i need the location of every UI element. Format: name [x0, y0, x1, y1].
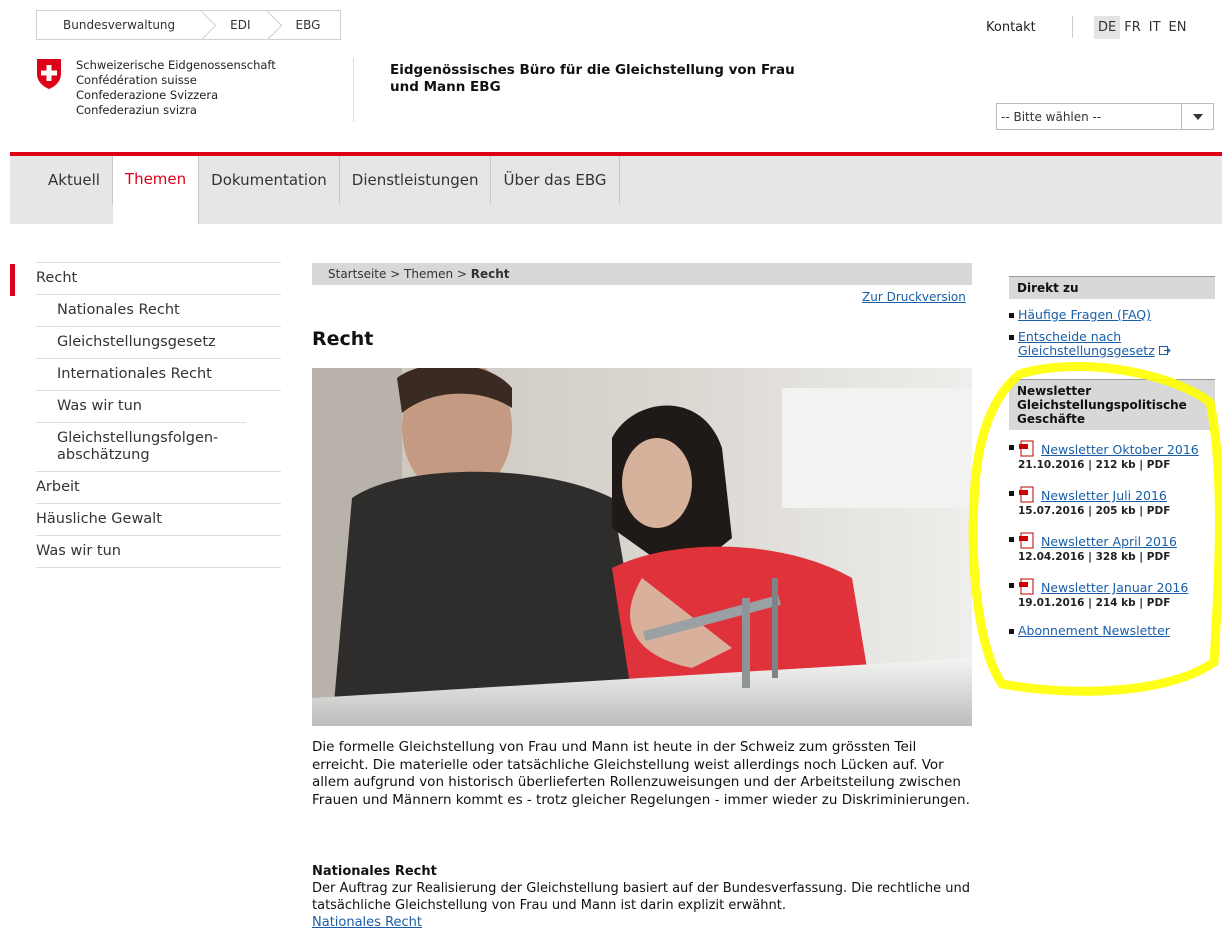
- subnav-internationales-recht[interactable]: Internationales Recht: [36, 358, 281, 390]
- section-heading: Nationales Recht: [312, 864, 437, 879]
- federal-breadcrumb: Bundesverwaltung EDI EBG: [36, 10, 342, 41]
- main-nav: Aktuell Themen Dokumentation Dienstleist…: [36, 156, 620, 224]
- entscheide-link[interactable]: Entscheide nach Gleichstellungsgesetz: [1018, 329, 1155, 358]
- section-text: Der Auftrag zur Realisierung der Gleichs…: [312, 881, 971, 913]
- lang-en[interactable]: EN: [1165, 16, 1191, 39]
- section-paragraph: Der Auftrag zur Realisierung der Gleichs…: [312, 880, 972, 931]
- lang-fr[interactable]: FR: [1120, 16, 1145, 39]
- hero-image: [312, 368, 972, 726]
- subnav-haeusliche-gewalt[interactable]: Häusliche Gewalt: [36, 503, 281, 535]
- list-item: Häufige Fragen (FAQ): [1009, 308, 1219, 322]
- section-subnav: Recht Nationales Recht Gleichstellungsge…: [36, 262, 281, 568]
- language-switcher: DE FR IT EN: [1094, 16, 1190, 39]
- select-value: -- Bitte wählen --: [1001, 110, 1102, 124]
- subnav-arbeit[interactable]: Arbeit: [36, 471, 281, 503]
- breadcrumb-path[interactable]: Startseite > Themen >: [328, 267, 471, 281]
- nationales-recht-link[interactable]: Nationales Recht: [312, 915, 422, 930]
- office-title: Eidgenössisches Büro für die Gleichstell…: [390, 62, 795, 95]
- confederation-logo[interactable]: Schweizerische Eidgenossenschaft Confédé…: [36, 58, 276, 118]
- subnav-was-wir-tun[interactable]: Was wir tun: [36, 390, 281, 422]
- lang-de[interactable]: DE: [1094, 16, 1121, 39]
- nav-themen[interactable]: Themen: [112, 156, 200, 224]
- swiss-shield-icon: [37, 59, 61, 89]
- confederation-name: Schweizerische Eidgenossenschaft Confédé…: [76, 58, 276, 117]
- subnav-gleichstellungsgesetz[interactable]: Gleichstellungsgesetz: [36, 326, 281, 358]
- direkt-zu-heading: Direkt zu: [1009, 276, 1215, 299]
- intro-paragraph: Die formelle Gleichstellung von Frau und…: [312, 739, 970, 808]
- nav-aktuell[interactable]: Aktuell: [36, 156, 113, 204]
- header-divider: [353, 58, 354, 122]
- print-version-link[interactable]: Zur Druckversion: [862, 290, 966, 304]
- subnav-folgenabschaetzung[interactable]: Gleichstellungsfolgen-abschätzung: [36, 422, 246, 471]
- subnav-recht[interactable]: Recht: [36, 262, 281, 294]
- list-item: Entscheide nach Gleichstellungsgesetz: [1009, 330, 1189, 358]
- breadcrumb: Startseite > Themen > Recht: [312, 263, 972, 285]
- divider: [1072, 16, 1073, 38]
- nav-dienstleistungen[interactable]: Dienstleistungen: [339, 156, 492, 204]
- crumb-bundesverwaltung[interactable]: Bundesverwaltung: [36, 10, 217, 41]
- subnav-was-wir-tun-main[interactable]: Was wir tun: [36, 535, 281, 568]
- chevron-down-icon: [1192, 113, 1203, 120]
- direkt-zu-list: Häufige Fragen (FAQ) Entscheide nach Gle…: [1009, 308, 1219, 366]
- select-toggle[interactable]: [1181, 104, 1213, 129]
- faq-link[interactable]: Häufige Fragen (FAQ): [1018, 307, 1151, 322]
- subnav-nationales-recht[interactable]: Nationales Recht: [36, 294, 281, 326]
- active-indicator: [10, 264, 15, 296]
- page-title: Recht: [312, 328, 374, 350]
- nav-dokumentation[interactable]: Dokumentation: [199, 156, 340, 204]
- kontakt-link[interactable]: Kontakt: [986, 20, 1036, 35]
- nav-ueber-das-ebg[interactable]: Über das EBG: [491, 156, 620, 204]
- external-link-icon: [1158, 346, 1171, 355]
- breadcrumb-current: Recht: [470, 267, 510, 281]
- highlight-annotation: [968, 362, 1222, 696]
- lang-it[interactable]: IT: [1145, 16, 1165, 39]
- quick-select-dropdown[interactable]: -- Bitte wählen --: [996, 103, 1214, 130]
